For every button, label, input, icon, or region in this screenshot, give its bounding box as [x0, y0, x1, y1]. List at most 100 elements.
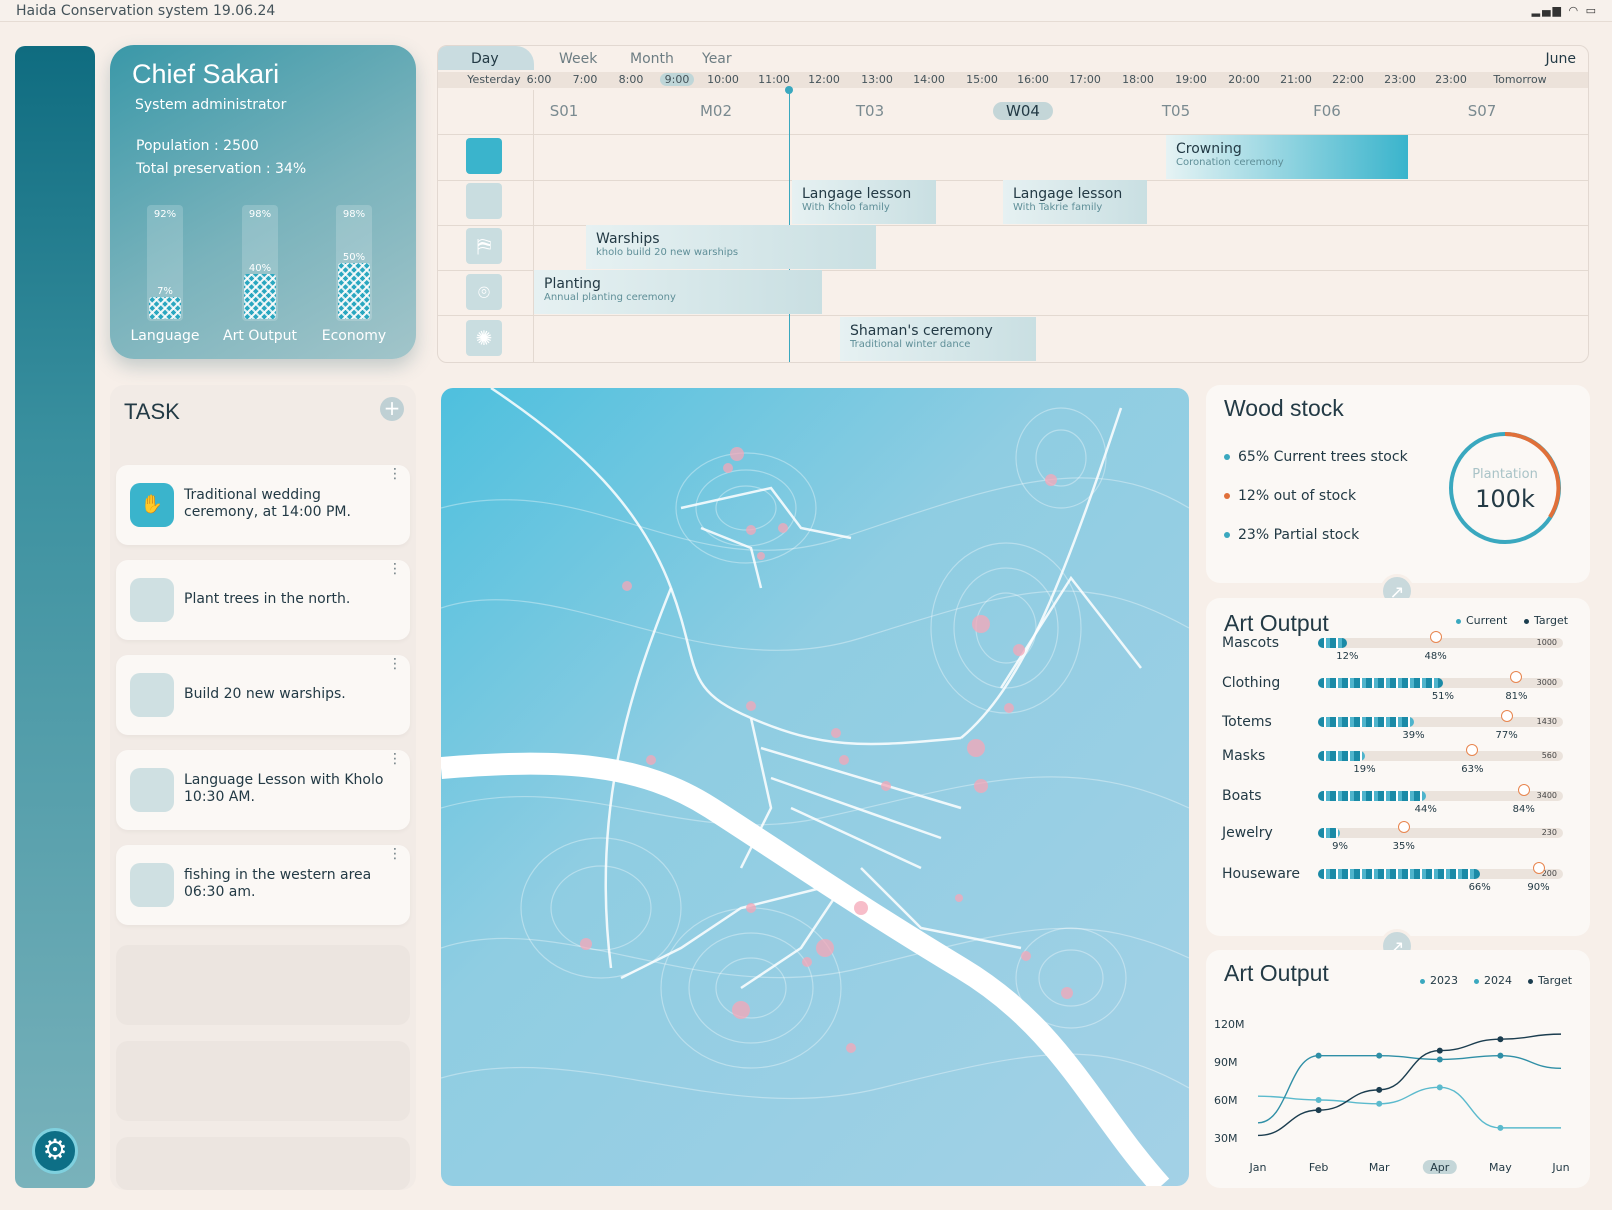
art-row-label: Houseware [1222, 866, 1300, 882]
event-language-lesson-takrie[interactable]: Langage lesson With Takrie family [1003, 180, 1147, 224]
legend-2024: 2024 [1474, 974, 1512, 987]
data-point-2023 [1497, 1124, 1504, 1131]
more-options-icon[interactable]: ⋮ [388, 562, 402, 576]
art-row-target: 77% [1495, 730, 1518, 741]
art-row-current: 66% [1468, 882, 1491, 893]
event-warships[interactable]: Warships kholo build 20 new warships [586, 225, 876, 269]
hour-label[interactable]: 6:00 [522, 73, 556, 86]
art-chart-title: Art Output [1224, 960, 1329, 986]
event-language-lesson-kholo[interactable]: Langage lesson With Kholo family [792, 180, 936, 224]
x-tick-label: Apr [1430, 1161, 1450, 1174]
add-task-icon[interactable]: + [380, 397, 404, 421]
more-options-icon[interactable]: ⋮ [388, 657, 402, 671]
event-planting[interactable]: Planting Annual planting ceremony [534, 270, 822, 314]
art-row-current: 12% [1336, 651, 1359, 662]
art-row-max: 1430 [1536, 717, 1557, 726]
settings-gear-icon[interactable]: ⚙ [32, 1128, 78, 1174]
bullet-icon [1224, 532, 1230, 538]
art-row-current-fill [1318, 638, 1348, 648]
series-line-2023 [1257, 1086, 1561, 1129]
wood-label: out of stock [1273, 488, 1357, 504]
data-point-Target [1315, 1107, 1322, 1114]
warship-row-icon: ⛿ [466, 228, 502, 264]
status-icons: ▂▄▆ ◠ ▭ [1531, 4, 1598, 17]
more-options-icon[interactable]: ⋮ [388, 752, 402, 766]
stat-fill [244, 274, 276, 319]
hour-label[interactable]: 19:00 [1174, 73, 1208, 86]
y-tick-label: 120M [1214, 1018, 1245, 1031]
data-point-2023 [1315, 1097, 1322, 1103]
day-label[interactable]: S07 [1452, 102, 1512, 120]
tab-year[interactable]: Year [702, 51, 732, 67]
population-text: Population : 2500 [136, 138, 259, 154]
task-card[interactable]: Plant trees in the north. ⋮ [116, 560, 410, 640]
y-tick-label: 90M [1214, 1056, 1238, 1069]
task-card[interactable]: ✋ Traditional wedding ceremony, at 14:00 … [116, 465, 410, 545]
hour-label[interactable]: 23:00 [1383, 73, 1417, 86]
art-row-current: 19% [1353, 764, 1376, 775]
map-canvas [441, 388, 1189, 1186]
hour-label[interactable]: 22:00 [1331, 73, 1365, 86]
hour-label[interactable]: Yesterday [462, 73, 526, 86]
wood-label: Current trees stock [1273, 449, 1408, 465]
hour-label[interactable]: 9:00 [660, 73, 694, 86]
art-row-current-fill [1318, 869, 1480, 879]
day-label[interactable]: W04 [993, 102, 1053, 120]
hour-label[interactable]: 18:00 [1121, 73, 1155, 86]
art-row-label: Jewelry [1222, 825, 1273, 841]
task-card[interactable]: Build 20 new warships. ⋮ [116, 655, 410, 735]
stat-fill [149, 297, 181, 319]
art-row-current: 39% [1402, 730, 1425, 741]
day-label[interactable]: S01 [534, 102, 594, 120]
art-row-target: 90% [1527, 882, 1550, 893]
hour-label[interactable]: 14:00 [912, 73, 946, 86]
art-row-max: 230 [1541, 828, 1557, 837]
more-options-icon[interactable]: ⋮ [388, 847, 402, 861]
day-label[interactable]: T03 [840, 102, 900, 120]
hour-label[interactable]: Tomorrow [1488, 73, 1552, 86]
hour-label[interactable]: 17:00 [1068, 73, 1102, 86]
hour-label[interactable]: 23:00 [1434, 73, 1468, 86]
timeline-panel: Day Week Month Year June Yesterday 6:00 7:… [437, 45, 1589, 363]
hour-label[interactable]: 7:00 [568, 73, 602, 86]
event-shaman-ceremony[interactable]: Shaman's ceremony Traditional winter dan… [840, 317, 1036, 361]
task-thumb [130, 673, 174, 717]
hour-label[interactable]: 21:00 [1279, 73, 1313, 86]
hour-label[interactable]: 15:00 [965, 73, 999, 86]
stat-label: Economy [321, 328, 387, 344]
plantation-value: 100k [1475, 485, 1535, 513]
art-row-max: 3000 [1536, 678, 1557, 687]
village-map[interactable] [441, 388, 1189, 1186]
more-options-icon[interactable]: ⋮ [388, 467, 402, 481]
hour-label[interactable]: 8:00 [614, 73, 648, 86]
tab-week[interactable]: Week [559, 51, 597, 67]
hour-label[interactable]: 10:00 [706, 73, 740, 86]
art-output-chart-panel: Art Output 2023 2024 Target 120M 90M 60M 30… [1206, 950, 1590, 1188]
day-label[interactable]: F06 [1297, 102, 1357, 120]
hour-label[interactable]: 16:00 [1016, 73, 1050, 86]
tab-month[interactable]: Month [630, 51, 674, 67]
hour-label[interactable]: 12:00 [807, 73, 841, 86]
target-pin-icon [1517, 784, 1530, 796]
wood-stock-item: 65% Current trees stock [1224, 449, 1408, 465]
task-placeholder [116, 1137, 410, 1190]
tree-row-icon: ⌾ [466, 274, 502, 310]
legend-current: Current [1456, 614, 1507, 627]
tab-day[interactable]: Day [471, 51, 499, 67]
hour-label[interactable]: 13:00 [860, 73, 894, 86]
day-label[interactable]: M02 [686, 102, 746, 120]
preservation-text: Total preservation : 34% [136, 161, 307, 177]
legend-target: Target [1524, 614, 1568, 627]
event-crowning[interactable]: Crowning Coronation ceremony [1166, 135, 1408, 179]
crown-row-icon [466, 138, 502, 174]
art-row-label: Boats [1222, 788, 1262, 804]
day-label[interactable]: T05 [1146, 102, 1206, 120]
y-tick-label: 60M [1214, 1094, 1238, 1107]
task-card[interactable]: Language Lesson with Kholo 10:30 AM. ⋮ [116, 750, 410, 830]
art-output-panel: Art Output Current Target Mascots 1000 12%… [1206, 598, 1590, 936]
hour-label[interactable]: 11:00 [757, 73, 791, 86]
hour-label[interactable]: 20:00 [1227, 73, 1261, 86]
art-row-current: 9% [1332, 841, 1348, 852]
profile-name: Chief Sakari [132, 59, 280, 89]
task-card[interactable]: fishing in the western area 06:30 am. ⋮ [116, 845, 410, 925]
